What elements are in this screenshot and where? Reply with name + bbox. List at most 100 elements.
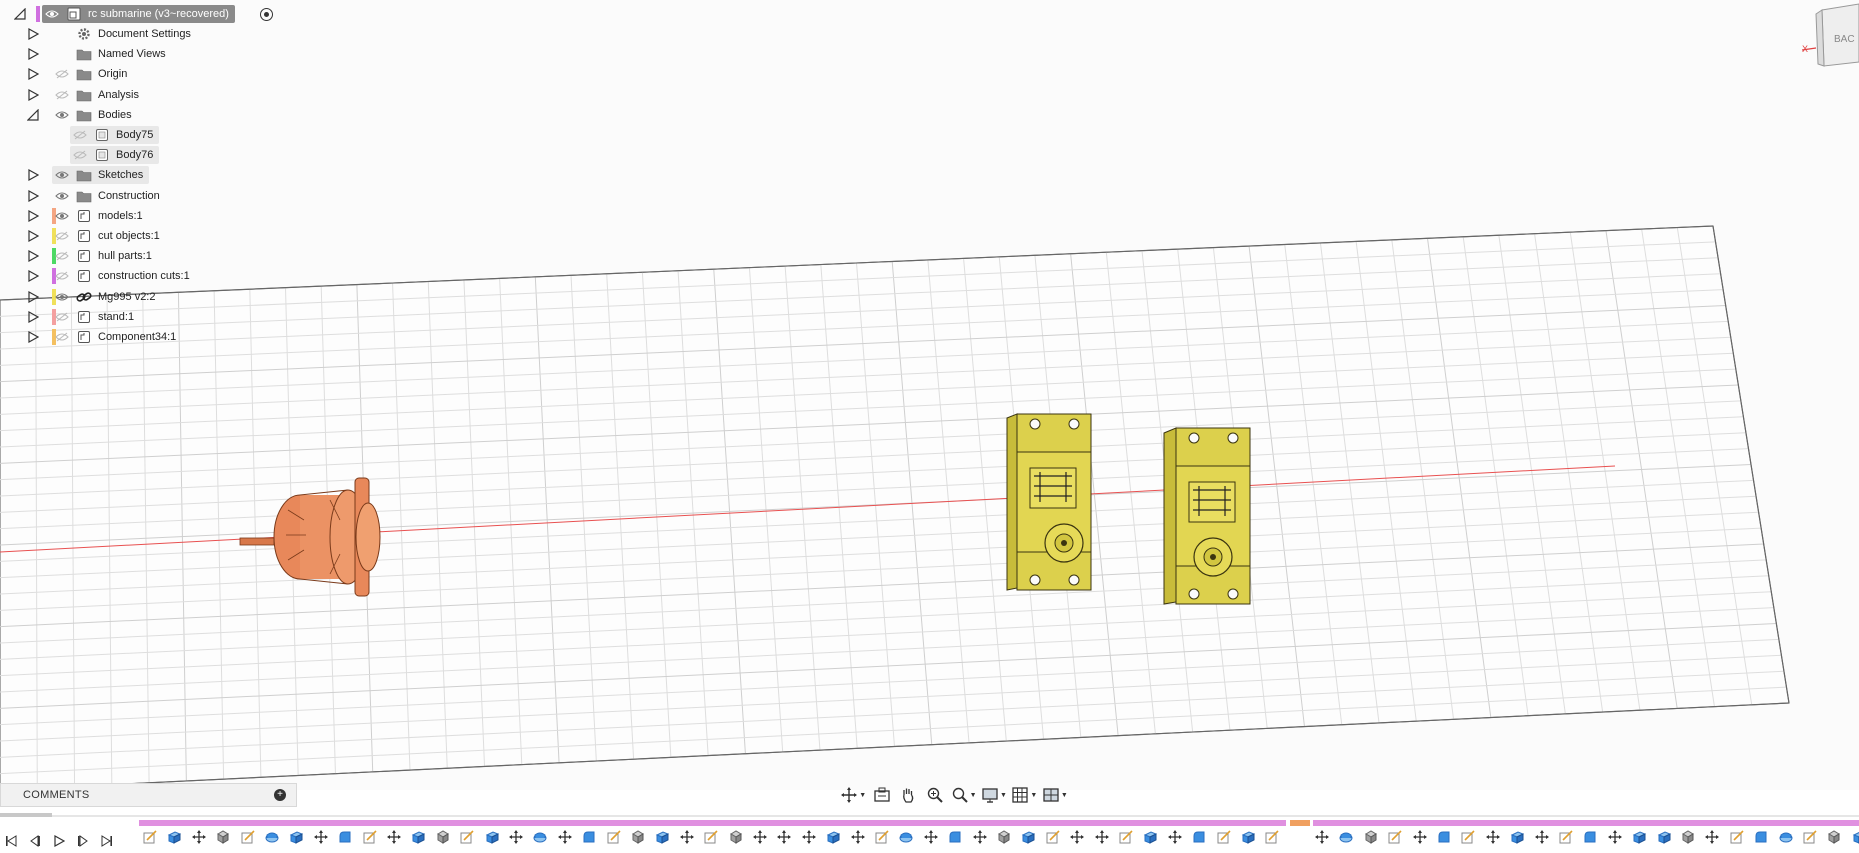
timeline-feature-extrude-icon[interactable] [1655,826,1673,848]
visibility-eye-icon[interactable] [54,311,70,323]
chevron-down-icon[interactable]: ▼ [1030,792,1037,799]
step-back-icon[interactable] [26,832,44,850]
timeline-feature-extrude-icon[interactable] [409,826,427,848]
chevron-down-icon[interactable]: ▼ [1000,792,1007,799]
timeline-feature-extrude-icon[interactable] [1019,826,1037,848]
timeline-feature-component-icon[interactable] [727,826,745,848]
expand-arrow-icon[interactable] [27,169,39,181]
timeline-feature-sketch-icon[interactable] [1801,826,1819,848]
timeline-feature-sketch-icon[interactable] [1557,826,1575,848]
timeline-feature-sketch-icon[interactable] [1263,826,1281,848]
timeline-feature-extrude-icon[interactable] [1239,826,1257,848]
visibility-eye-icon[interactable] [44,8,60,20]
timeline-feature-fillet-icon[interactable] [580,826,598,848]
timeline-feature-component-icon[interactable] [1362,826,1380,848]
visibility-eye-icon[interactable] [54,331,70,343]
visibility-eye-icon[interactable] [54,190,70,202]
servo-model-1[interactable] [1006,413,1092,591]
timeline-feature-move-icon[interactable] [678,826,696,848]
activate-radio-icon[interactable] [260,8,273,21]
timeline-feature-sketch-icon[interactable] [141,826,159,848]
visibility-eye-icon[interactable] [54,89,70,101]
timeline-feature-component-icon[interactable] [434,826,452,848]
timeline-feature-sketch-icon[interactable] [702,826,720,848]
viewports-button[interactable]: ▼ [1042,784,1068,806]
visibility-eye-icon[interactable] [54,68,70,80]
timeline-feature-fillet-icon[interactable] [1435,826,1453,848]
timeline-feature-component-icon[interactable] [629,826,647,848]
timeline-feature-sketch-icon[interactable] [605,826,623,848]
visibility-eye-icon[interactable] [54,270,70,282]
timeline-scrubber[interactable] [0,813,52,817]
timeline-feature-fillet-icon[interactable] [1752,826,1770,848]
timeline-feature-extrude-icon[interactable] [824,826,842,848]
timeline-feature-move-icon[interactable] [1703,826,1721,848]
expand-arrow-icon[interactable] [27,331,39,343]
timeline-feature-move-icon[interactable] [971,826,989,848]
timeline-feature-sketch-icon[interactable] [1728,826,1746,848]
timeline-feature-fillet-icon[interactable] [336,826,354,848]
expand-arrow-icon[interactable] [27,311,39,323]
timeline-feature-move-icon[interactable] [800,826,818,848]
timeline-feature-component-icon[interactable] [1825,826,1843,848]
timeline-feature-sketch-icon[interactable] [1215,826,1233,848]
timeline-feature-component-icon[interactable] [1679,826,1697,848]
timeline-feature-move-icon[interactable] [1166,826,1184,848]
timeline-feature-move-icon[interactable] [1313,826,1331,848]
timeline-feature-sketch-icon[interactable] [1044,826,1062,848]
skip-to-end-icon[interactable] [98,832,116,850]
visibility-eye-icon[interactable] [54,250,70,262]
timeline-feature-extrude-icon[interactable] [1850,826,1859,848]
timeline-feature-revolve-icon[interactable] [897,826,915,848]
timeline-feature-fillet-icon[interactable] [946,826,964,848]
servo-model-2[interactable] [1163,427,1251,605]
grid-settings-button[interactable]: ▼ [1011,784,1037,806]
expand-arrow-icon[interactable] [27,190,39,202]
expand-arrow-icon[interactable] [27,291,39,303]
timeline-feature-sketch-icon[interactable] [1117,826,1135,848]
timeline-feature-component-icon[interactable] [995,826,1013,848]
comments-panel[interactable]: COMMENTS + [0,783,297,807]
timeline-feature-move-icon[interactable] [190,826,208,848]
timeline-feature-move-icon[interactable] [556,826,574,848]
timeline-feature-move-icon[interactable] [775,826,793,848]
display-settings-button[interactable]: ▼ [981,784,1007,806]
timeline-feature-move-icon[interactable] [922,826,940,848]
timeline-feature-extrude-icon[interactable] [1508,826,1526,848]
expand-arrow-icon[interactable] [27,28,39,40]
expand-arrow-icon[interactable] [27,68,39,80]
timeline-feature-move-icon[interactable] [1068,826,1086,848]
collapse-root-icon[interactable] [14,8,26,20]
chevron-down-icon[interactable]: ▼ [859,792,866,799]
timeline-feature-component-icon[interactable] [214,826,232,848]
timeline-feature-move-icon[interactable] [312,826,330,848]
step-forward-icon[interactable] [74,832,92,850]
timeline-feature-revolve-icon[interactable] [1337,826,1355,848]
visibility-eye-icon[interactable] [54,109,70,121]
timeline-feature-extrude-icon[interactable] [287,826,305,848]
timeline-feature-move-icon[interactable] [849,826,867,848]
visibility-eye-icon[interactable] [54,291,70,303]
chevron-down-icon[interactable]: ▼ [970,792,977,799]
timeline-feature-move-icon[interactable] [1093,826,1111,848]
play-icon[interactable] [50,832,68,850]
timeline-feature-fillet-icon[interactable] [1190,826,1208,848]
chevron-down-icon[interactable]: ▼ [1061,792,1068,799]
timeline-feature-extrude-icon[interactable] [483,826,501,848]
expand-arrow-icon[interactable] [27,210,39,222]
expand-arrow-icon[interactable] [27,48,39,60]
look-at-button[interactable] [870,784,893,806]
timeline-feature-move-icon[interactable] [507,826,525,848]
expand-arrow-icon[interactable] [27,230,39,242]
expand-arrow-icon[interactable] [27,89,39,101]
visibility-eye-icon[interactable] [72,149,88,161]
timeline-feature-revolve-icon[interactable] [531,826,549,848]
timeline-feature-revolve-icon[interactable] [1777,826,1795,848]
viewcube[interactable]: BAC X [1801,0,1859,70]
zoom-button[interactable] [924,784,947,806]
timeline-feature-move-icon[interactable] [1411,826,1429,848]
timeline-feature-sketch-icon[interactable] [1386,826,1404,848]
visibility-eye-icon[interactable] [72,129,88,141]
timeline-feature-sketch-icon[interactable] [239,826,257,848]
timeline-feature-move-icon[interactable] [1484,826,1502,848]
